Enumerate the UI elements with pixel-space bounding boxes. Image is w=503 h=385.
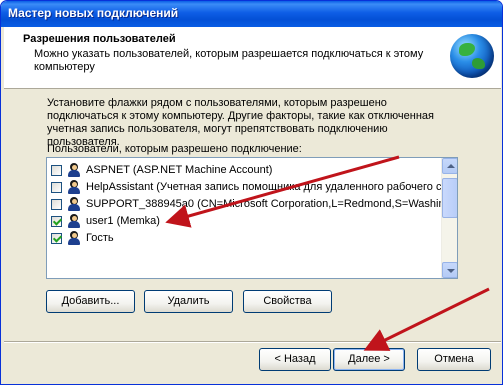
user-checkbox[interactable]: [51, 216, 62, 227]
user-label: user1 (Memka): [86, 215, 160, 227]
user-label: ASPNET (ASP.NET Machine Account): [86, 164, 273, 176]
list-item[interactable]: Гость: [50, 230, 442, 247]
user-label: SUPPORT_388945a0 (CN=Microsoft Corporati…: [86, 198, 442, 210]
user-icon: [66, 196, 82, 212]
add-user-button[interactable]: Добавить...: [46, 290, 135, 313]
user-checkbox[interactable]: [51, 199, 62, 210]
next-button[interactable]: Далее >: [333, 348, 405, 371]
wizard-window: Мастер новых подключений Разрешения поль…: [0, 0, 503, 385]
users-listbox[interactable]: ASPNET (ASP.NET Machine Account) HelpAss…: [46, 157, 458, 279]
list-item[interactable]: user1 (Memka): [50, 213, 442, 230]
user-icon: [66, 179, 82, 195]
user-checkbox[interactable]: [51, 165, 62, 176]
user-checkbox[interactable]: [51, 233, 62, 244]
scroll-down-button[interactable]: [442, 262, 457, 278]
user-checkbox[interactable]: [51, 182, 62, 193]
properties-button[interactable]: Свойства: [243, 290, 332, 313]
user-label: Гость: [86, 232, 114, 244]
chevron-up-icon: [447, 164, 455, 168]
back-button[interactable]: < Назад: [259, 348, 331, 371]
title-bar[interactable]: Мастер новых подключений: [1, 1, 502, 27]
instructions-text: Установите флажки рядом с пользователями…: [47, 97, 434, 148]
scroll-up-button[interactable]: [442, 158, 457, 174]
footer-separator: [4, 341, 501, 343]
user-icon: [66, 162, 82, 178]
header-title: Разрешения пользователей: [23, 33, 176, 45]
vertical-scrollbar[interactable]: [441, 158, 457, 278]
window-title: Мастер новых подключений: [8, 6, 179, 20]
list-item[interactable]: ASPNET (ASP.NET Machine Account): [50, 162, 442, 179]
wizard-header: Разрешения пользователей Можно указать п…: [4, 27, 501, 89]
globe-icon: [450, 34, 494, 78]
scroll-thumb[interactable]: [442, 178, 457, 218]
remove-user-button[interactable]: Удалить: [144, 290, 233, 313]
list-item[interactable]: HelpAssistant (Учетная запись помощника …: [50, 179, 442, 196]
user-icon: [66, 213, 82, 229]
cancel-button[interactable]: Отмена: [417, 348, 491, 371]
user-icon: [66, 230, 82, 246]
users-list-label: Пользователи, которым разрешено подключе…: [47, 143, 302, 155]
chevron-down-icon: [447, 269, 455, 273]
header-subtitle: Можно указать пользователей, которым раз…: [34, 48, 424, 73]
user-label: HelpAssistant (Учетная запись помощника …: [86, 181, 442, 193]
list-item[interactable]: SUPPORT_388945a0 (CN=Microsoft Corporati…: [50, 196, 442, 213]
annotation-arrow-icon: [363, 287, 490, 351]
